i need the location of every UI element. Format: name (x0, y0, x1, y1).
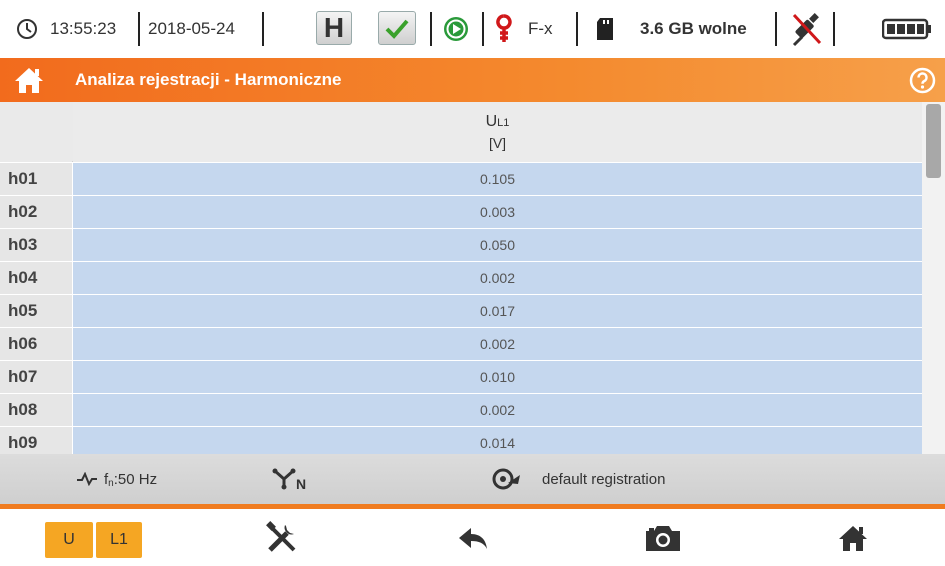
column-name: U (485, 113, 498, 130)
voltage-select-button[interactable]: U (45, 522, 93, 558)
tools-icon (266, 520, 296, 552)
row-label: h08 (0, 394, 72, 426)
frequency-sub: n (108, 477, 114, 489)
row-label: h02 (0, 196, 72, 228)
row-label: h03 (0, 229, 72, 261)
battery-icon (882, 0, 932, 58)
frequency-info: f n:50 Hz (76, 454, 157, 504)
status-date: 2018-05-24 (148, 19, 235, 38)
row-label: h06 (0, 328, 72, 360)
harmonics-table: UL1 [V] h01 0.105 h02 0.003 h03 0.050 h04 0.… (0, 102, 922, 454)
home-icon[interactable] (14, 66, 44, 99)
hold-label: H (323, 12, 345, 43)
row-value: 0.010 (73, 361, 922, 393)
registration-name: default registration (542, 470, 666, 488)
row-label: h05 (0, 295, 72, 327)
registration-info: default registration (492, 454, 665, 504)
home-button[interactable] (821, 509, 885, 566)
row-label: h04 (0, 262, 72, 294)
settings-button[interactable] (250, 509, 314, 566)
usb-disconnected-icon (786, 0, 826, 58)
info-bar: f n:50 Hz N default registration (0, 454, 945, 504)
status-time: 13:55:23 (50, 19, 117, 38)
camera-icon (646, 525, 680, 551)
table-body: h01 0.105 h02 0.003 h03 0.050 h04 0.002 h05 0… (0, 163, 922, 454)
row-label: h07 (0, 361, 72, 393)
row-label: h01 (0, 163, 72, 195)
phase-select-button[interactable]: L1 (96, 522, 142, 558)
row-value: 0.105 (73, 163, 922, 195)
table-row: h01 0.105 (0, 163, 922, 196)
back-arrow-icon (459, 527, 487, 549)
network-config-info: N (272, 454, 306, 504)
table-row: h06 0.002 (0, 328, 922, 361)
help-icon[interactable] (909, 67, 936, 99)
registration-icon (492, 468, 520, 490)
table-header: UL1 [V] (0, 102, 922, 162)
network-icon (272, 468, 296, 490)
recording-icon (442, 0, 470, 58)
row-value: 0.003 (73, 196, 922, 228)
memory-free: 3.6 GB wolne (640, 19, 747, 38)
clock-icon (16, 0, 38, 58)
sd-card-icon (596, 0, 614, 58)
table-header-corner (0, 102, 72, 162)
table-row: h08 0.002 (0, 394, 922, 427)
confirm-button[interactable] (378, 11, 416, 45)
column-header-ul1[interactable]: UL1 [V] (73, 102, 922, 162)
table-row: h07 0.010 (0, 361, 922, 394)
row-value: 0.002 (73, 262, 922, 294)
status-bar: 13:55:23 2018-05-24 H F-x 3.6 GB wolne (0, 0, 945, 58)
row-value: 0.002 (73, 394, 922, 426)
clamp-icon (494, 0, 514, 58)
column-sub: L1 (497, 117, 510, 129)
page-header: Analiza rejestracji - Harmoniczne (0, 58, 945, 102)
scrollbar-thumb[interactable] (926, 104, 941, 178)
home-icon (839, 525, 867, 551)
connection-label: F-x (528, 19, 553, 38)
table-row: h04 0.002 (0, 262, 922, 295)
table-row: h05 0.017 (0, 295, 922, 328)
waveform-icon (77, 472, 97, 486)
network-sub: N (296, 476, 307, 492)
column-unit: [V] (488, 135, 507, 151)
row-label: h09 (0, 427, 72, 454)
row-value: 0.014 (73, 427, 922, 454)
checkmark-icon (385, 19, 409, 39)
screenshot-button[interactable] (631, 509, 695, 566)
table-row: h09 0.014 (0, 427, 922, 454)
frequency-value: :50 Hz (113, 470, 158, 488)
table-row: h03 0.050 (0, 229, 922, 262)
row-value: 0.017 (73, 295, 922, 327)
table-row: h02 0.003 (0, 196, 922, 229)
row-value: 0.050 (73, 229, 922, 261)
page-title: Analiza rejestracji - Harmoniczne (75, 70, 342, 89)
back-button[interactable] (441, 509, 505, 566)
hold-button[interactable]: H (316, 11, 352, 45)
row-value: 0.002 (73, 328, 922, 360)
bottom-toolbar: U L1 (0, 509, 945, 566)
